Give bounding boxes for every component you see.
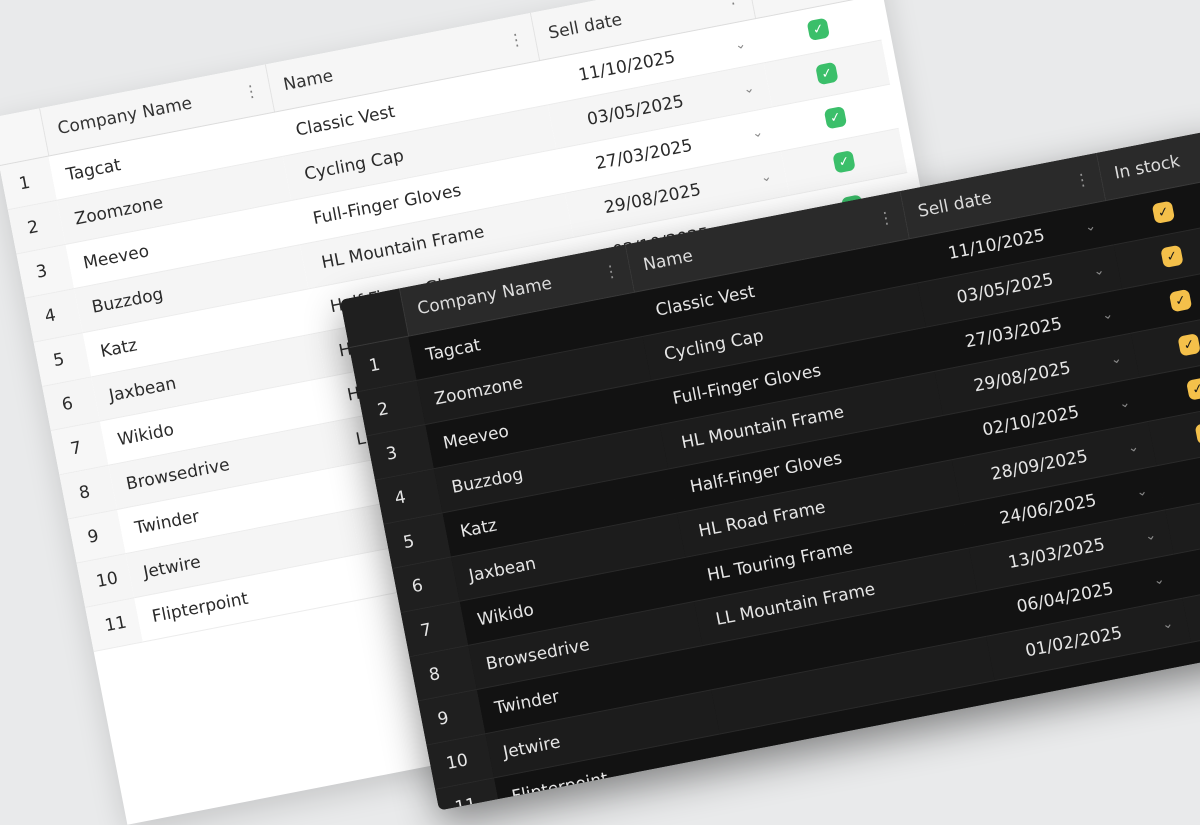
- sell-date-text: 11/10/2025: [946, 225, 1047, 264]
- company-name-text: Browsedrive: [484, 634, 592, 675]
- check-icon[interactable]: ✓: [823, 105, 848, 130]
- chevron-down-icon[interactable]: ⌄: [734, 36, 748, 53]
- check-icon[interactable]: ✓: [1186, 377, 1200, 401]
- check-icon[interactable]: ✓: [1177, 333, 1200, 357]
- sell-date-text: 11/10/2025: [576, 47, 677, 86]
- sell-date-text: 24/06/2025: [998, 490, 1099, 529]
- product-name-text: Cycling Cap: [302, 145, 406, 185]
- sell-date-text: 29/08/2025: [972, 358, 1073, 397]
- chevron-down-icon[interactable]: ⌄: [1101, 306, 1115, 323]
- kebab-menu-icon[interactable]: ⋮: [242, 80, 261, 102]
- check-icon[interactable]: ✓: [1194, 421, 1200, 445]
- product-name-text: Classic Vest: [653, 281, 757, 321]
- chevron-down-icon[interactable]: ⌄: [742, 80, 756, 97]
- row-number: 1: [367, 354, 382, 377]
- company-name-text: Jetwire: [141, 552, 203, 583]
- row-number: 3: [384, 443, 399, 465]
- company-name-text: Meeveo: [441, 421, 511, 454]
- check-icon[interactable]: ✓: [832, 150, 856, 174]
- row-number: 7: [68, 437, 84, 460]
- product-name-text: Cycling Cap: [662, 326, 766, 365]
- name-header-label: Name: [281, 65, 335, 96]
- company-name-text: Flipterpoint: [150, 588, 250, 628]
- kebab-menu-icon[interactable]: ⋮: [1073, 169, 1092, 191]
- row-number: 7: [418, 619, 434, 642]
- chevron-down-icon[interactable]: ⌄: [1084, 218, 1098, 235]
- company-name-text: Katz: [98, 335, 139, 362]
- check-icon[interactable]: ✓: [1151, 200, 1176, 225]
- row-number: 3: [34, 261, 49, 283]
- company-name-text: Zoomzone: [73, 192, 165, 230]
- company-name-text: Wikido: [475, 599, 536, 631]
- company-name-text: Zoomzone: [432, 372, 525, 410]
- company-name-text: Jaxbean: [467, 553, 538, 587]
- chevron-down-icon[interactable]: ⌄: [1135, 483, 1149, 500]
- check-icon[interactable]: ✓: [1168, 288, 1193, 313]
- row-number: 8: [427, 663, 442, 686]
- row-number: 2: [375, 398, 391, 421]
- company-name-text: Wikido: [115, 419, 176, 451]
- sell-date-header-label: Sell date: [546, 9, 624, 44]
- chevron-down-icon[interactable]: ⌄: [1126, 439, 1140, 456]
- kebab-menu-icon[interactable]: ⋮: [876, 207, 895, 229]
- row-number: 11: [103, 612, 129, 637]
- row-number: 9: [436, 708, 451, 730]
- row-number: 11: [453, 794, 479, 811]
- row-number: 10: [444, 750, 470, 775]
- sell-date-text: 13/03/2025: [1006, 534, 1107, 574]
- chevron-down-icon[interactable]: ⌄: [1118, 395, 1132, 412]
- company-name-text: Buzzdog: [90, 284, 165, 318]
- in-stock-header-label: In stock: [763, 0, 832, 2]
- row-number: 2: [25, 216, 41, 239]
- sell-date-text: 06/04/2025: [1015, 578, 1116, 618]
- sell-date-text: 02/10/2025: [980, 402, 1081, 441]
- kebab-menu-icon[interactable]: ⋮: [601, 260, 620, 282]
- company-name-text: Browsedrive: [124, 454, 232, 495]
- kebab-menu-icon[interactable]: ⋮: [507, 29, 526, 51]
- product-name-text: Classic Vest: [294, 101, 397, 141]
- chevron-down-icon[interactable]: ⌄: [1109, 351, 1123, 368]
- company-name-text: Meeveo: [81, 241, 151, 274]
- sell-date-text: 03/05/2025: [955, 269, 1056, 309]
- sell-date-header-label: Sell date: [916, 188, 994, 222]
- row-number: 8: [77, 481, 92, 504]
- row-number: 5: [401, 531, 417, 554]
- sell-date-text: 27/03/2025: [963, 313, 1064, 353]
- row-number: 6: [60, 393, 75, 416]
- company-name-text: Twinder: [133, 506, 201, 539]
- kebab-menu-icon[interactable]: ⋮: [723, 0, 742, 9]
- name-header-label: Name: [641, 246, 695, 276]
- company-name-text: Flipterpoint: [510, 768, 610, 808]
- chevron-down-icon[interactable]: ⌄: [751, 124, 765, 141]
- sell-date-text: 03/05/2025: [585, 91, 686, 130]
- in-stock-header-label: In stock: [1112, 151, 1182, 184]
- company-name-text: Jaxbean: [107, 373, 178, 407]
- check-icon[interactable]: ✓: [806, 17, 831, 42]
- sell-date-text: 01/02/2025: [1023, 623, 1124, 662]
- company-name-text: Tagcat: [424, 335, 483, 366]
- row-number: 9: [86, 526, 101, 548]
- check-icon[interactable]: ✓: [815, 61, 839, 86]
- company-name-text: Jetwire: [501, 732, 563, 763]
- sell-date-text: 28/09/2025: [989, 446, 1090, 485]
- sell-date-text: 27/03/2025: [594, 135, 695, 175]
- company-name-text: Buzzdog: [450, 464, 525, 498]
- chevron-down-icon[interactable]: ⌄: [1092, 262, 1106, 279]
- chevron-down-icon[interactable]: ⌄: [759, 169, 773, 186]
- chevron-down-icon[interactable]: ⌄: [1144, 527, 1158, 544]
- row-number: 4: [393, 487, 408, 509]
- row-number: 1: [17, 172, 32, 195]
- row-number-cell: 11: [85, 597, 143, 652]
- row-number: 10: [94, 568, 120, 593]
- check-icon[interactable]: ✓: [1160, 244, 1184, 269]
- row-number: 4: [43, 305, 58, 327]
- sell-date-text: 29/08/2025: [602, 179, 703, 219]
- row-number: 6: [410, 575, 425, 598]
- company-name-text: Katz: [458, 515, 499, 543]
- company-name-text: Tagcat: [64, 155, 123, 186]
- chevron-down-icon[interactable]: ⌄: [1152, 571, 1166, 588]
- company-name-text: Twinder: [492, 686, 561, 719]
- row-number: 5: [51, 349, 67, 372]
